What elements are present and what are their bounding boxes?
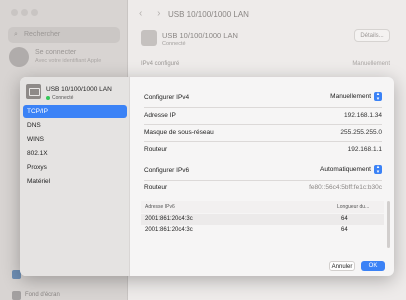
search-placeholder: Rechercher [24, 31, 61, 38]
ipv6-router-label: Routeur [144, 184, 168, 191]
column-header-prefix[interactable]: Longueur du... [337, 204, 369, 210]
configure-ipv4-label: Configurer IPv4 [144, 94, 190, 101]
table-row[interactable]: 2001:861:20c4:3c 64 [141, 225, 384, 236]
back-forward-icon[interactable]: ‹ › [139, 8, 166, 19]
nav-item-8021x[interactable]: 802.1X [23, 147, 127, 160]
nav-item-tcpip[interactable]: TCP/IP [23, 105, 127, 118]
ipv6-address-cell: 2001:861:20c4:3c [145, 216, 193, 222]
ipv6-router-row: Routeur fe80::56c4:5bff:fe1c:b30c [144, 184, 382, 196]
configure-ipv6-row: Configurer IPv6 Automatiquement ▴ ▾ [144, 165, 382, 179]
prefix-length-cell: 64 [341, 216, 348, 222]
cancel-button[interactable]: Annuler [329, 261, 355, 271]
divider [144, 180, 382, 181]
interface-name: USB 10/100/1000 LAN [162, 31, 238, 40]
ethernet-icon [141, 30, 157, 46]
ip-address-row: Adresse IP 192.168.1.34 [144, 112, 382, 124]
nav-item-wins[interactable]: WINS [23, 133, 127, 146]
dialog-sidebar: USB 10/100/1000 LAN Connecté TCP/IP DNS … [20, 77, 130, 276]
nav-item-proxies[interactable]: Proxys [23, 161, 127, 174]
ipv6-address-table: Adresse IPv6 Longueur du... 2001:861:20c… [141, 201, 384, 248]
nav-item-hardware[interactable]: Matériel [23, 175, 127, 188]
configure-ipv4-row: Configurer IPv4 Manuellement ▴ ▾ [144, 92, 382, 106]
table-header: Adresse IPv6 Longueur du... [141, 201, 384, 213]
close-window-button[interactable] [11, 9, 18, 16]
ipv4-configured-value: Manuellement [352, 61, 390, 67]
prefix-length-cell: 64 [341, 227, 348, 233]
table-scrollbar[interactable] [387, 201, 390, 248]
details-button[interactable]: Détails... [354, 29, 390, 42]
sidebar-search-input[interactable]: ⌕ Rechercher [8, 27, 120, 43]
configure-ipv4-value: Manuellement [330, 93, 371, 101]
ip-address-field[interactable]: 192.168.1.34 [344, 112, 382, 119]
dialog-interface-name: USB 10/100/1000 LAN [46, 86, 112, 93]
dialog-interface-status: Connecté [52, 95, 74, 101]
login-subtitle: Avec votre identifiant Apple [35, 58, 102, 64]
ipv4-configured-label: IPv4 configuré [141, 61, 180, 67]
subnet-mask-row: Masque de sous-réseau 255.255.255.0 [144, 129, 382, 141]
divider [144, 107, 382, 108]
window-title: USB 10/100/1000 LAN [168, 10, 249, 19]
configure-ipv6-label: Configurer IPv6 [144, 167, 190, 174]
configure-ipv4-select[interactable]: Manuellement ▴ ▾ [330, 92, 382, 101]
router-label: Routeur [144, 146, 168, 153]
column-header-address[interactable]: Adresse IPv6 [145, 204, 175, 210]
wallpaper-icon [12, 291, 21, 300]
ok-button[interactable]: OK [361, 261, 385, 271]
interface-status: Connecté [162, 41, 186, 47]
zoom-window-button[interactable] [31, 9, 38, 16]
dialog-content: Configurer IPv4 Manuellement ▴ ▾ Adresse I… [131, 77, 394, 276]
minimize-window-button[interactable] [21, 9, 28, 16]
ipv6-router-value: fe80::56c4:5bff:fe1c:b30c [309, 184, 382, 191]
subnet-mask-field[interactable]: 255.255.255.0 [340, 129, 382, 136]
divider [144, 141, 382, 142]
table-row[interactable]: 2001:861:20c4:3c 64 [141, 214, 384, 225]
status-dot [46, 96, 50, 100]
ip-address-label: Adresse IP [144, 112, 176, 119]
subnet-mask-label: Masque de sous-réseau [144, 129, 214, 136]
ipv6-address-cell: 2001:861:20c4:3c [145, 227, 193, 233]
divider [144, 124, 382, 125]
sidebar-item-wallpaper[interactable]: Fond d'écran [25, 292, 60, 298]
login-title[interactable]: Se connecter [35, 49, 76, 56]
chevron-updown-icon: ▴ ▾ [374, 165, 382, 174]
dialog-nav: TCP/IP DNS WINS 802.1X Proxys Matériel [23, 105, 127, 189]
avatar[interactable] [9, 47, 29, 67]
configure-ipv6-select[interactable]: Automatiquement ▴ ▾ [320, 165, 382, 174]
chevron-updown-icon: ▴ ▾ [374, 92, 382, 101]
router-field[interactable]: 192.168.1.1 [348, 146, 382, 153]
router-row: Routeur 192.168.1.1 [144, 146, 382, 158]
ethernet-icon [26, 84, 41, 99]
search-icon: ⌕ [14, 31, 18, 38]
network-details-dialog: USB 10/100/1000 LAN Connecté TCP/IP DNS … [20, 77, 394, 276]
nav-item-dns[interactable]: DNS [23, 119, 127, 132]
configure-ipv6-value: Automatiquement [320, 166, 371, 174]
